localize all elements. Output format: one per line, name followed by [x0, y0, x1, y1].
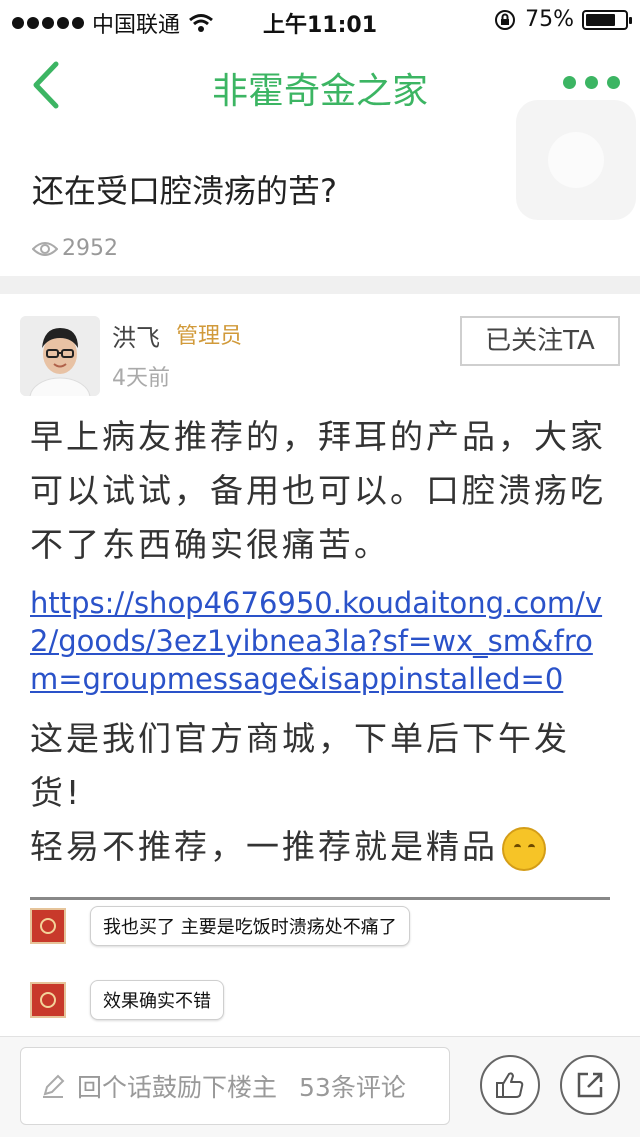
author-avatar[interactable] — [20, 316, 100, 396]
section-divider — [0, 276, 640, 294]
post-time: 4天前 — [112, 366, 170, 391]
eye-icon — [32, 241, 58, 256]
post-line: 轻易不推荐，一推荐就是精品 — [30, 820, 610, 874]
more-options-icon[interactable] — [563, 76, 620, 89]
product-link[interactable]: https://shop4676950.koudaitong.com/v2/go… — [30, 584, 614, 698]
role-badge: 管理员 — [176, 324, 243, 349]
floating-assistive-button[interactable] — [516, 100, 636, 220]
follow-button[interactable]: 已关注TA — [460, 316, 620, 366]
post-line: 这是我们官方商城，下单后下午发货! — [30, 719, 570, 812]
comment-placeholder: 回个话鼓励下楼主 — [77, 1073, 278, 1102]
post-paragraph: 这是我们官方商城，下单后下午发货! 轻易不推荐，一推荐就是精品 — [30, 712, 610, 874]
author-name[interactable]: 洪飞 — [112, 318, 160, 353]
chat-message: 效果确实不错 — [30, 980, 224, 1020]
bottom-toolbar: 回个话鼓励下楼主 53条评论 — [0, 1036, 640, 1137]
battery-percent: 75% — [525, 7, 574, 32]
chat-message: 我也买了 主要是吃饭时溃疡处不痛了 — [30, 906, 410, 946]
share-button[interactable] — [560, 1055, 620, 1115]
embedded-chat-screenshot[interactable]: 我也买了 主要是吃饭时溃疡处不痛了 效果确实不错 — [30, 897, 610, 1035]
post-paragraph: 早上病友推荐的，拜耳的产品，大家可以试试，备用也可以。口腔溃疡吃不了东西确实很痛… — [30, 417, 606, 564]
chat-avatar-icon — [30, 982, 66, 1018]
status-bar: 中国联通 上午11:01 75% — [0, 0, 640, 40]
battery-icon — [582, 9, 632, 30]
post-line-text: 轻易不推荐，一推荐就是精品 — [30, 827, 498, 866]
chat-bubble: 效果确实不错 — [90, 980, 224, 1020]
share-icon — [577, 1072, 603, 1098]
pencil-icon — [43, 1074, 65, 1098]
thumbs-up-icon — [496, 1072, 524, 1098]
like-button[interactable] — [480, 1055, 540, 1115]
rotation-lock-icon — [495, 9, 516, 30]
chat-avatar-icon — [30, 908, 66, 944]
person-photo-icon — [20, 316, 100, 396]
comment-input[interactable]: 回个话鼓励下楼主 53条评论 — [20, 1047, 450, 1125]
view-count: 2952 — [32, 236, 118, 261]
comment-count[interactable]: 53条评论 — [299, 1068, 406, 1104]
thinking-face-icon — [502, 826, 546, 871]
chat-bubble: 我也买了 主要是吃饭时溃疡处不痛了 — [90, 906, 410, 946]
view-count-value: 2952 — [62, 236, 118, 261]
post-title: 还在受口腔溃疡的苦? — [32, 172, 337, 210]
